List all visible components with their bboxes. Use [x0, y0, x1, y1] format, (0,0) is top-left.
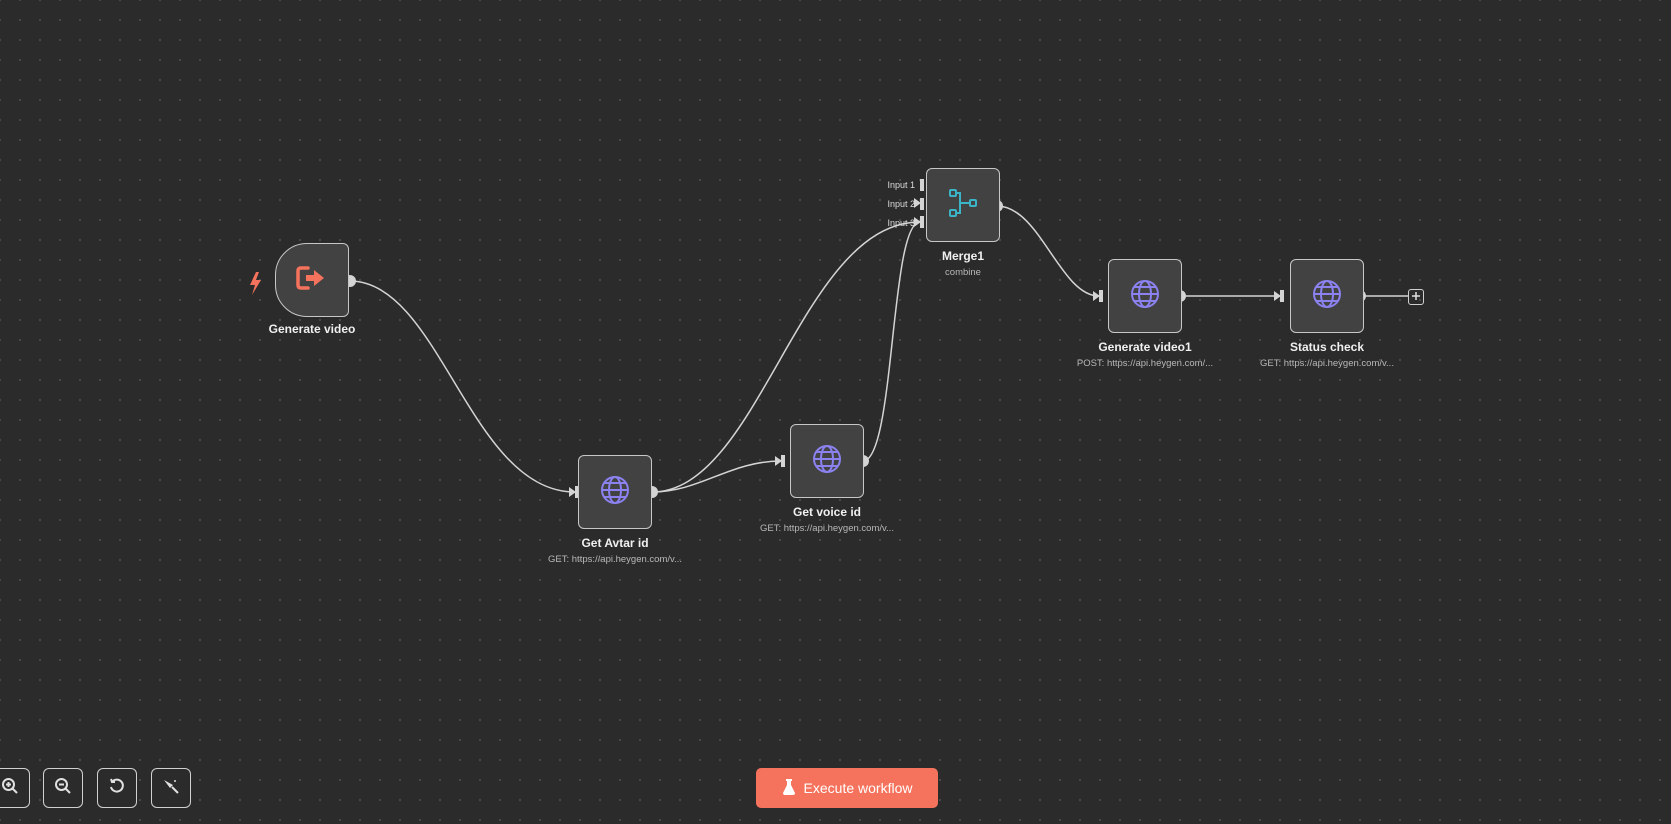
globe-icon	[1129, 278, 1161, 315]
zoom-in-icon	[1, 777, 19, 800]
merge-icon	[947, 187, 979, 224]
node-subtitle: GET: https://api.heygen.com/v...	[548, 554, 682, 565]
node-title: Get voice id	[792, 505, 862, 519]
node-generate-video[interactable]	[275, 243, 349, 317]
node-merge1[interactable]	[926, 168, 1000, 242]
globe-icon	[1311, 278, 1343, 315]
node-title: Merge1	[941, 249, 985, 263]
merge-input-label: Input 1	[887, 180, 915, 190]
node-title: Generate video	[268, 322, 356, 336]
reset-zoom-button[interactable]	[97, 768, 137, 808]
node-subtitle: GET: https://api.heygen.com/v...	[1260, 358, 1394, 369]
undo-icon	[108, 777, 126, 800]
merge-input-label: Input 2	[887, 199, 915, 209]
node-generate-video1[interactable]	[1108, 259, 1182, 333]
zoom-in-button[interactable]	[0, 768, 30, 808]
zoom-out-button[interactable]	[43, 768, 83, 808]
add-node-button[interactable]	[1408, 289, 1424, 305]
tidy-up-button[interactable]	[151, 768, 191, 808]
edge-avatar-to-voice	[651, 460, 782, 493]
execute-workflow-button[interactable]: Execute workflow	[756, 768, 938, 808]
connections-layer	[250, 179, 1408, 498]
broom-icon	[162, 777, 180, 800]
merge-input-label: Input 3	[887, 218, 915, 228]
node-status-check[interactable]	[1290, 259, 1364, 333]
lightning-icon	[250, 272, 261, 295]
globe-icon	[599, 474, 631, 511]
execute-workflow-label: Execute workflow	[803, 780, 913, 796]
node-subtitle: combine	[945, 267, 981, 278]
globe-icon	[811, 443, 843, 480]
node-get-voice-id[interactable]	[790, 424, 864, 498]
node-title: Status check	[1289, 340, 1365, 354]
node-title: Get Avtar id	[581, 536, 649, 550]
plus-icon	[1411, 288, 1421, 306]
node-get-avatar-id[interactable]	[578, 455, 652, 529]
flask-icon	[782, 778, 796, 798]
edge-generate-to-avatar	[349, 280, 576, 493]
sign-out-icon	[296, 264, 328, 297]
zoom-out-icon	[54, 777, 72, 800]
node-subtitle: GET: https://api.heygen.com/v...	[760, 523, 894, 534]
